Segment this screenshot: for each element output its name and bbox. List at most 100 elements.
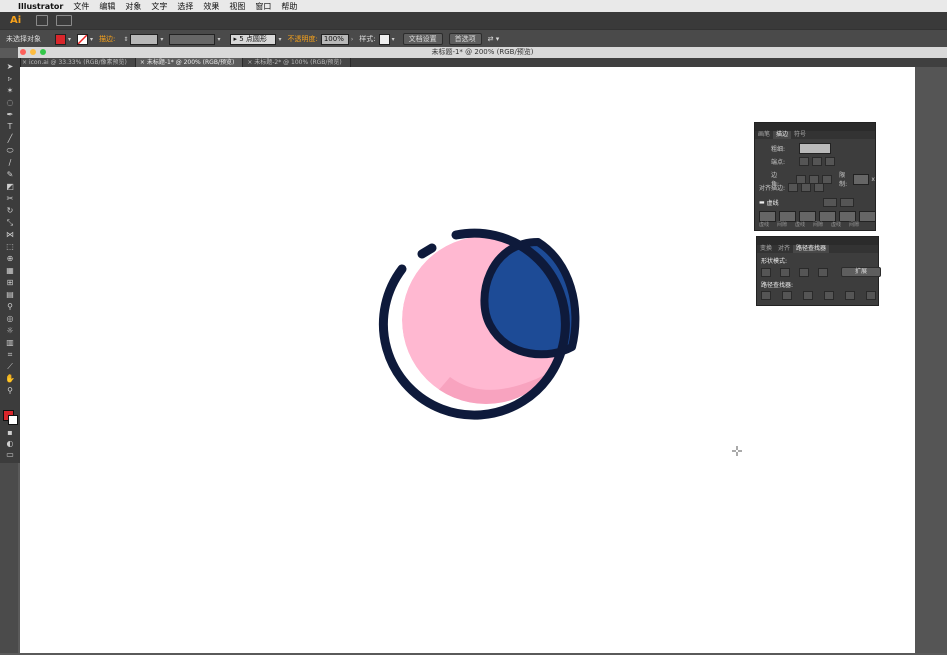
menu-help[interactable]: 帮助 [281, 1, 297, 12]
shape-builder-tool-icon[interactable]: ⊕ [5, 254, 15, 263]
align-center-icon[interactable] [788, 183, 799, 192]
selection-tool-icon[interactable]: ➤ [5, 62, 15, 71]
width-tool-icon[interactable]: ⋈ [5, 230, 15, 239]
stroke-color-box[interactable] [8, 415, 18, 425]
direct-selection-tool-icon[interactable]: ▹ [5, 74, 15, 83]
minus-front-icon[interactable] [780, 267, 790, 277]
type-tool-icon[interactable]: T [5, 122, 15, 131]
scale-tool-icon[interactable]: ⤡ [5, 218, 15, 227]
eraser-tool-icon[interactable]: ◩ [5, 182, 15, 191]
menu-object[interactable]: 对象 [125, 1, 141, 12]
outline-icon[interactable] [845, 291, 855, 300]
draw-mode-icon[interactable]: ◐ [5, 439, 15, 448]
exclude-icon[interactable] [818, 267, 828, 277]
bridge-icon[interactable] [36, 15, 48, 26]
tab-align[interactable]: 对齐 [775, 245, 793, 253]
align-inside-icon[interactable] [801, 183, 812, 192]
tab-pathfinder[interactable]: 路径查找器 [793, 245, 830, 253]
chevron-down-icon[interactable]: ▾ [217, 36, 220, 43]
screen-mode-icon[interactable]: ▭ [5, 450, 15, 459]
menu-edit[interactable]: 编辑 [99, 1, 115, 12]
paintbrush-tool-icon[interactable]: ∕ [5, 158, 15, 167]
unite-icon[interactable] [761, 267, 771, 277]
stroke-weight-field[interactable] [130, 33, 159, 45]
menu-effect[interactable]: 效果 [203, 1, 219, 12]
panel-header[interactable] [757, 237, 878, 245]
perspective-grid-tool-icon[interactable]: ▦ [5, 266, 15, 275]
trim-icon[interactable] [782, 291, 792, 300]
hand-tool-icon[interactable]: ✋ [5, 374, 15, 383]
intersect-icon[interactable] [799, 267, 809, 277]
tab-symbols[interactable]: 符号 [791, 131, 809, 139]
dashed-line-checkbox[interactable]: ▬ [759, 199, 765, 206]
stroke-label[interactable]: 描边: [99, 34, 115, 44]
chevron-right-icon[interactable]: › [351, 36, 353, 43]
eyedropper-tool-icon[interactable]: ⚲ [5, 302, 15, 311]
arrange-documents-icon[interactable] [56, 15, 72, 26]
chevron-down-icon[interactable]: ▾ [278, 36, 281, 43]
limit-field[interactable] [853, 173, 870, 185]
free-transform-tool-icon[interactable]: ⬚ [5, 242, 15, 251]
close-window-icon[interactable] [20, 49, 26, 55]
symbol-sprayer-tool-icon[interactable]: ☼ [5, 326, 15, 335]
weight-field[interactable] [799, 143, 832, 154]
menu-view[interactable]: 视图 [229, 1, 245, 12]
menu-app-name[interactable]: Illustrator [18, 2, 63, 11]
pencil-tool-icon[interactable]: ✎ [5, 170, 15, 179]
ellipse-tool-icon[interactable]: ⬭ [5, 146, 15, 155]
artboard-tool-icon[interactable]: ⌗ [5, 350, 15, 359]
opacity-field[interactable]: 100% [320, 33, 349, 45]
preferences-button[interactable]: 首选项 [448, 33, 482, 45]
gradient-tool-icon[interactable]: ▤ [5, 290, 15, 299]
color-mode-icon[interactable]: ▪ [5, 428, 15, 437]
control-menu-icon[interactable]: ⇄ ▾ [488, 35, 500, 43]
zoom-window-icon[interactable] [40, 49, 46, 55]
rotate-tool-icon[interactable]: ↻ [5, 206, 15, 215]
variable-width-profile[interactable] [169, 33, 216, 45]
tab-stroke[interactable]: 描边 [773, 131, 792, 139]
butt-cap-icon[interactable] [799, 157, 810, 166]
lasso-tool-icon[interactable]: ◌ [5, 98, 15, 107]
stepper-icon[interactable]: ⇕ [123, 36, 128, 43]
chevron-down-icon[interactable]: ▾ [90, 36, 93, 43]
tab-untitled-2[interactable]: × 未标题-2* @ 100% (RGB/预览) [243, 58, 351, 67]
magic-wand-tool-icon[interactable]: ✶ [5, 86, 15, 95]
stroke-color-swatch[interactable] [77, 33, 89, 45]
chevron-down-icon[interactable]: ▾ [392, 36, 395, 43]
fill-color-swatch[interactable] [55, 33, 66, 45]
tab-brushes[interactable]: 画笔 [755, 131, 773, 139]
brush-definition[interactable]: ▸ 5 点圆形 [230, 33, 277, 45]
menu-file[interactable]: 文件 [73, 1, 89, 12]
pen-tool-icon[interactable]: ✒ [5, 110, 15, 119]
chevron-down-icon[interactable]: ▾ [68, 36, 71, 43]
tab-icon-ai[interactable]: × icon.ai @ 33.33% (RGB/像素预览) [18, 58, 136, 67]
align-outside-icon[interactable] [814, 183, 825, 192]
graphic-style-swatch[interactable] [378, 33, 390, 45]
divide-icon[interactable] [761, 291, 771, 300]
column-graph-tool-icon[interactable]: ▥ [5, 338, 15, 347]
tab-transform[interactable]: 变换 [757, 245, 775, 253]
scissors-tool-icon[interactable]: ✂ [5, 194, 15, 203]
crop-icon[interactable] [824, 291, 834, 300]
merge-icon[interactable] [803, 291, 813, 300]
minus-back-icon[interactable] [866, 291, 876, 300]
zoom-tool-icon[interactable]: ⚲ [5, 386, 15, 395]
square-cap-icon[interactable] [825, 157, 836, 166]
chevron-down-icon[interactable]: ▾ [160, 36, 163, 43]
line-tool-icon[interactable]: ╱ [5, 134, 15, 143]
mesh-tool-icon[interactable]: ⊞ [5, 278, 15, 287]
blend-tool-icon[interactable]: ◎ [5, 314, 15, 323]
document-setup-button[interactable]: 文档设置 [402, 33, 443, 45]
opacity-label[interactable]: 不透明度: [287, 34, 317, 44]
menu-select[interactable]: 选择 [177, 1, 193, 12]
dash-preserve-icon[interactable] [822, 198, 837, 207]
round-cap-icon[interactable] [812, 157, 823, 166]
dash-align-icon[interactable] [839, 198, 854, 207]
expand-button[interactable]: 扩展 [841, 267, 881, 277]
panel-header[interactable] [755, 123, 875, 131]
menu-type[interactable]: 文字 [151, 1, 167, 12]
tab-untitled-1[interactable]: × 未标题-1* @ 200% (RGB/预览) [135, 58, 244, 67]
slice-tool-icon[interactable]: ⟋ [5, 362, 15, 371]
minimize-window-icon[interactable] [30, 49, 36, 55]
menu-window[interactable]: 窗口 [255, 1, 271, 12]
